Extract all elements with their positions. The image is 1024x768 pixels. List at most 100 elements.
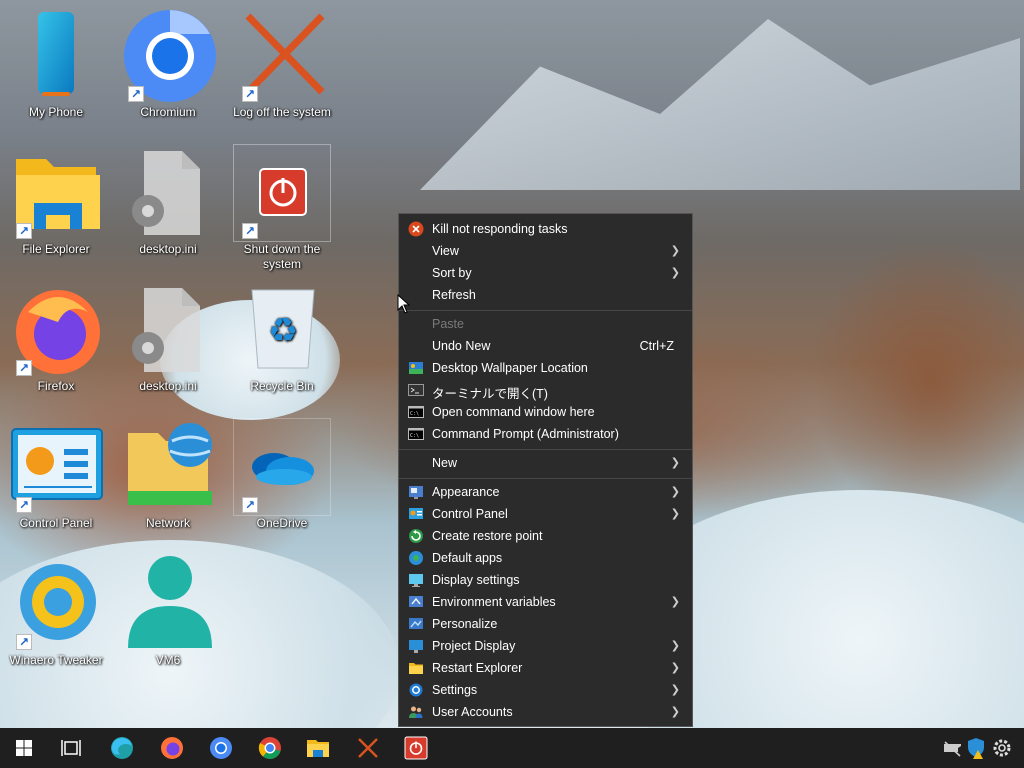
menu-item-label: Restart Explorer: [432, 661, 523, 675]
menu-item-user-accounts[interactable]: User Accounts ❯: [399, 701, 692, 723]
menu-item-open-cmd[interactable]: C:\ Open command window here: [399, 401, 692, 423]
menu-separator: [399, 310, 692, 311]
desktop-icon-desktop-ini[interactable]: desktop.ini: [118, 145, 218, 257]
menu-item-display-settings[interactable]: Display settings: [399, 569, 692, 591]
menu-item-label: Undo New: [432, 339, 491, 353]
menu-item-undo-new[interactable]: Undo New Ctrl+Z: [399, 335, 692, 357]
menu-item-view[interactable]: View ❯: [399, 240, 692, 262]
desktop-icon-chromium[interactable]: ↗ Chromium: [118, 8, 218, 120]
chevron-right-icon: ❯: [670, 684, 680, 696]
menu-item-label: View: [432, 244, 459, 258]
menu-item-cmd-admin[interactable]: C:\ Command Prompt (Administrator): [399, 423, 692, 445]
user-icon: [128, 556, 212, 648]
desktop-icon-recycle-bin[interactable]: ♻ Recycle Bin: [232, 282, 332, 394]
menu-item-label: Default apps: [432, 551, 503, 565]
menu-item-label: Display settings: [432, 573, 520, 587]
restore-point-icon: [409, 529, 423, 543]
settings-file-icon: [132, 288, 200, 372]
desktop-icon-network[interactable]: Network: [118, 419, 218, 531]
appearance-icon: [409, 486, 423, 499]
menu-item-refresh[interactable]: Refresh: [399, 284, 692, 306]
chrome-icon[interactable]: [254, 732, 286, 764]
desktop-icon-log-off[interactable]: ↗ Log off the system: [232, 8, 332, 120]
chevron-right-icon: ❯: [670, 486, 680, 498]
kill-icon: [408, 221, 424, 237]
desktop-icon-label: desktop.ini: [139, 242, 197, 256]
desktop-icon-winaero-tweaker[interactable]: ↗ Winaero Tweaker: [6, 556, 106, 668]
logoff-icon[interactable]: [352, 732, 384, 764]
menu-item-kill-tasks[interactable]: Kill not responding tasks: [399, 218, 692, 240]
desktop-icon-label: Log off the system: [233, 105, 331, 119]
desktop-icon-my-phone[interactable]: My Phone: [6, 8, 106, 120]
chevron-right-icon: ❯: [670, 267, 680, 279]
desktop-icon-label: VM6: [155, 653, 181, 667]
desktop-icon-control-panel[interactable]: ↗ Control Panel: [6, 419, 106, 531]
settings-gear-icon[interactable]: [986, 732, 1018, 764]
menu-item-personalize[interactable]: Personalize: [399, 613, 692, 635]
terminal-icon: [408, 384, 424, 396]
desktop-icon-file-explorer[interactable]: ↗ File Explorer: [6, 145, 106, 257]
settings-gear-icon: [409, 683, 423, 697]
default-apps-icon: [409, 551, 423, 565]
shortcut-arrow-icon: ↗: [16, 497, 32, 513]
settings-file-icon: [132, 151, 200, 235]
desktop-icon-label: Recycle Bin: [250, 379, 314, 393]
chevron-right-icon: ❯: [670, 706, 680, 718]
menu-separator: [399, 449, 692, 450]
phone-icon: [38, 12, 74, 96]
menu-item-label: Open command window here: [432, 405, 595, 419]
menu-item-label: Sort by: [432, 266, 472, 280]
start-icon[interactable]: [8, 732, 40, 764]
shortcut-arrow-icon: ↗: [242, 223, 258, 239]
desktop-icon-firefox[interactable]: ↗ Firefox: [6, 282, 106, 394]
edge-icon[interactable]: [106, 732, 138, 764]
user-accounts-icon: [409, 706, 423, 718]
desktop-icon-label: File Explorer: [22, 242, 90, 256]
desktop-context-menu: Kill not responding tasks View ❯ Sort by…: [398, 213, 693, 727]
taskbar: [0, 728, 1024, 768]
shutdown-icon[interactable]: [400, 732, 432, 764]
menu-separator: [399, 478, 692, 479]
menu-item-new[interactable]: New ❯: [399, 452, 692, 474]
menu-item-label: Refresh: [432, 288, 476, 302]
desktop-icon-onedrive[interactable]: ↗ OneDrive: [232, 418, 332, 531]
chevron-right-icon: ❯: [670, 245, 680, 257]
desktop-icon-label: My Phone: [28, 105, 84, 119]
file-explorer-icon[interactable]: [302, 732, 334, 764]
folder-icon: [409, 663, 423, 674]
menu-item-project-display[interactable]: Project Display ❯: [399, 635, 692, 657]
firefox-icon[interactable]: [156, 732, 188, 764]
desktop-icon-vm6[interactable]: VM6: [118, 556, 218, 668]
menu-item-paste[interactable]: Paste: [399, 313, 692, 335]
menu-item-wallpaper-location[interactable]: Desktop Wallpaper Location: [399, 357, 692, 379]
desktop-icon-label: Firefox: [37, 379, 75, 393]
menu-item-label: Command Prompt (Administrator): [432, 427, 619, 441]
menu-item-environment-variables[interactable]: Environment variables ❯: [399, 591, 692, 613]
desktop-icon-label: Shut down the system: [243, 242, 321, 271]
menu-item-control-panel[interactable]: Control Panel ❯: [399, 503, 692, 525]
svg-text:♻: ♻: [268, 311, 298, 351]
menu-item-label: Settings: [432, 683, 478, 697]
env-vars-icon: [409, 596, 423, 607]
shortcut-arrow-icon: ↗: [242, 86, 258, 102]
menu-item-restart-explorer[interactable]: Restart Explorer ❯: [399, 657, 692, 679]
menu-item-label: User Accounts: [432, 705, 513, 719]
menu-item-create-restore-point[interactable]: Create restore point: [399, 525, 692, 547]
chromium-icon[interactable]: [205, 732, 237, 764]
menu-item-label: New: [432, 456, 458, 470]
menu-item-label: Control Panel: [432, 507, 508, 521]
menu-item-appearance[interactable]: Appearance ❯: [399, 481, 692, 503]
desktop-icon-desktop-ini[interactable]: desktop.ini: [118, 282, 218, 394]
desktop-icon-label: Chromium: [140, 105, 196, 119]
task-view-icon[interactable]: [55, 732, 87, 764]
menu-item-open-terminal[interactable]: ターミナルで開く(T): [399, 379, 692, 401]
menu-item-sort-by[interactable]: Sort by ❯: [399, 262, 692, 284]
chevron-right-icon: ❯: [670, 596, 680, 608]
desktop-icon-label: Control Panel: [19, 516, 93, 530]
menu-item-default-apps[interactable]: Default apps: [399, 547, 692, 569]
control-panel-icon: [409, 508, 423, 519]
desktop-icon-label: Network: [145, 516, 190, 530]
desktop-icon-shut-down[interactable]: ↗ Shut down the system: [232, 144, 332, 272]
project-display-icon: [409, 640, 423, 653]
menu-item-settings[interactable]: Settings ❯: [399, 679, 692, 701]
